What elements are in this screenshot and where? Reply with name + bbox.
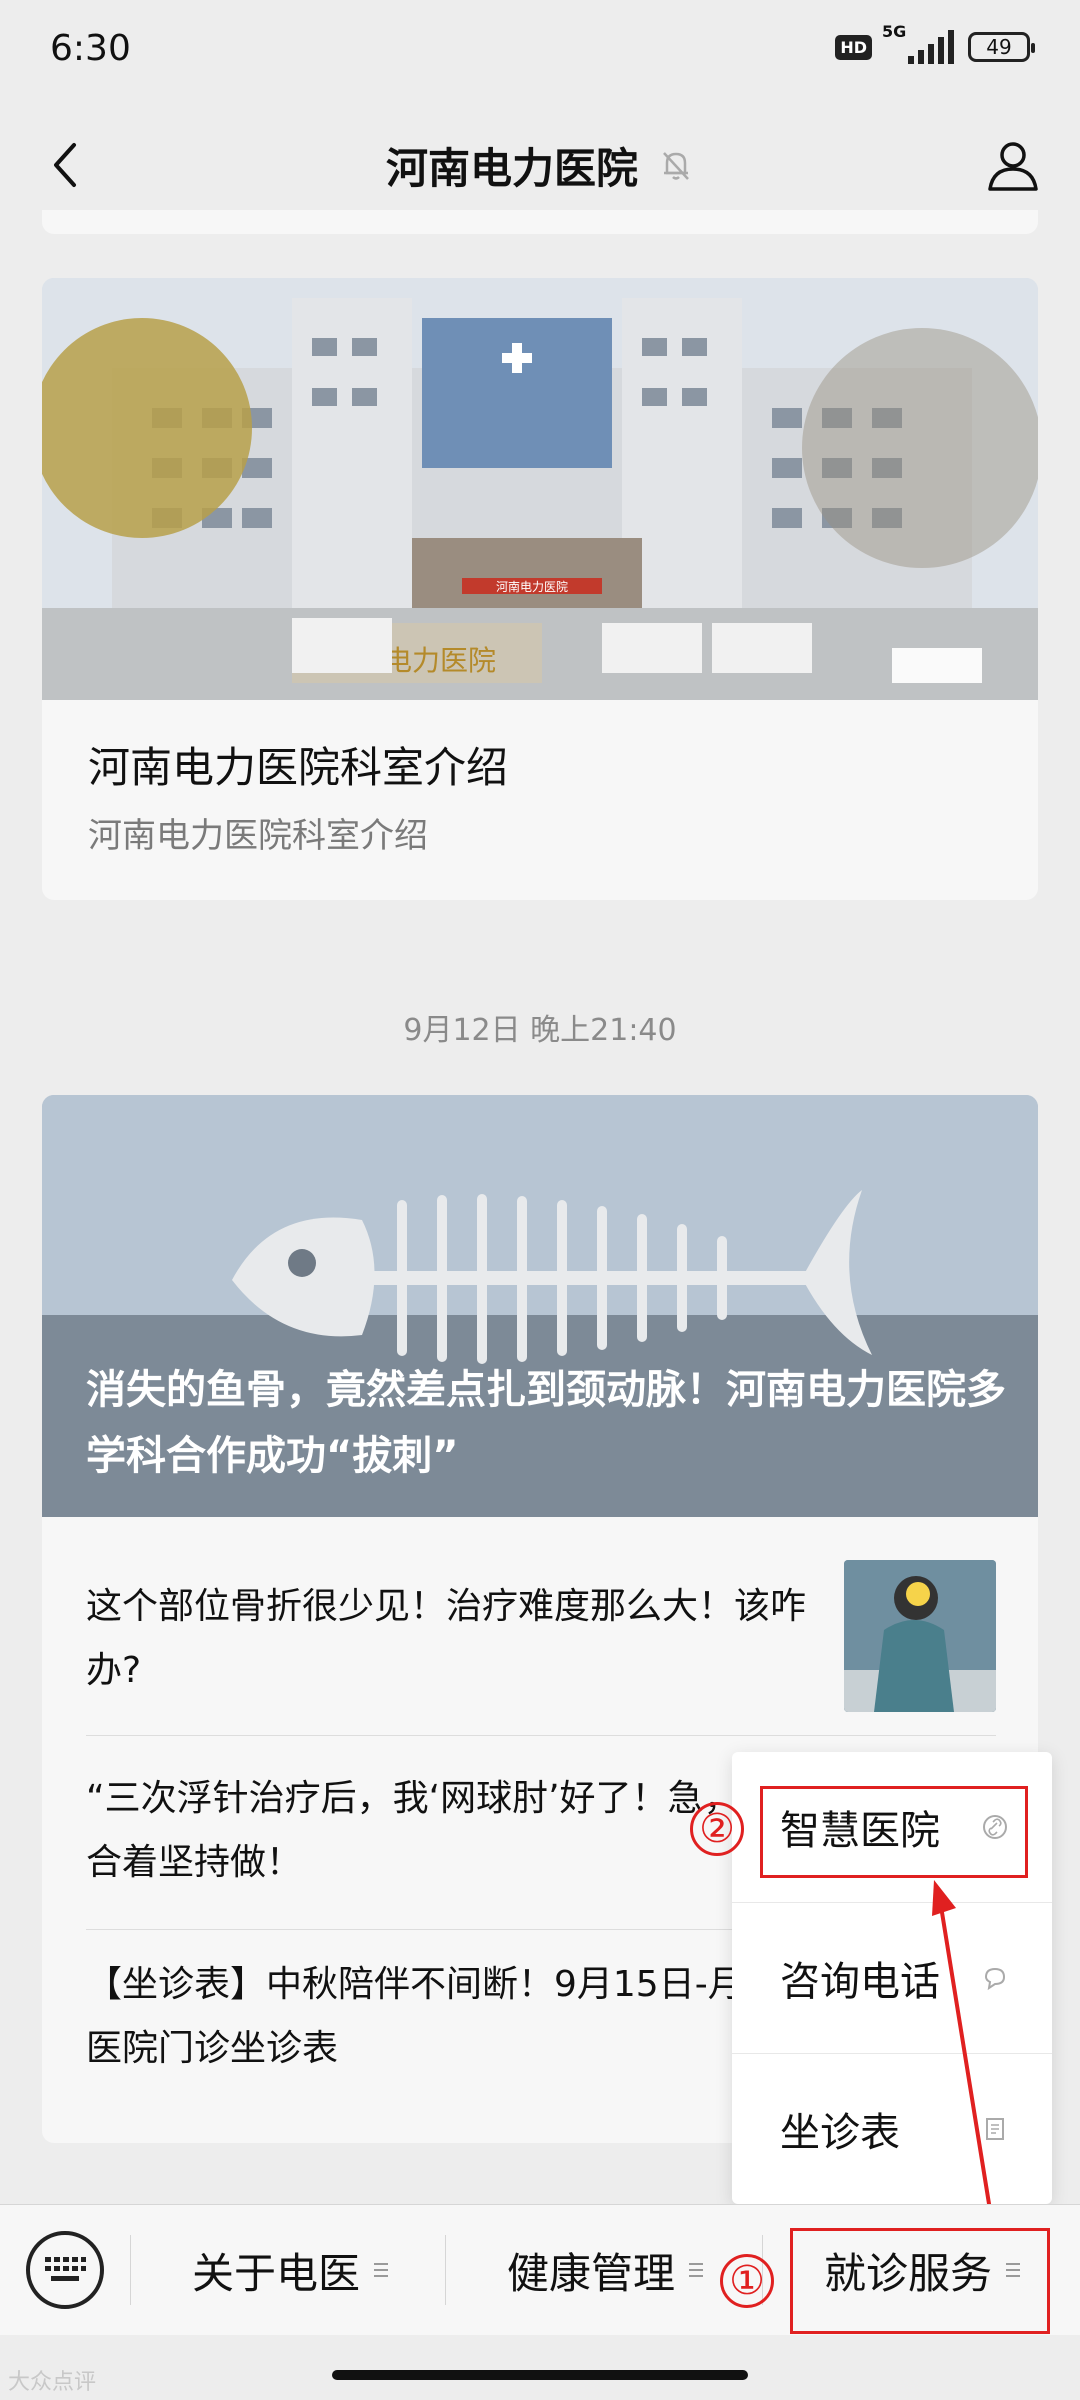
hd-icon: HD: [835, 34, 872, 60]
previous-card-edge: [42, 210, 1038, 234]
status-icons: HD 5G 49: [835, 22, 1035, 64]
annotation-box-step2: [760, 1786, 1028, 1878]
menu-item-consult-phone[interactable]: 咨询电话: [732, 1903, 1052, 2053]
menu-tab-about[interactable]: 关于电医: [140, 2205, 440, 2335]
page-title: 河南电力医院: [385, 143, 638, 193]
menu-tab-label: 健康管理: [506, 2248, 675, 2298]
article-card-departments[interactable]: 河南电力医院 河南电力医院 河南电力医院科室介绍 河南电力医院科室介绍: [42, 278, 1038, 900]
home-indicator[interactable]: [332, 2370, 748, 2380]
nav-bar: 河南电力医院: [0, 110, 1080, 220]
annotation-step1: ①: [720, 2254, 774, 2308]
annotation-arrow: [932, 1880, 992, 2211]
article-thumbnail: [844, 1560, 996, 1712]
headline-title: 消失的鱼骨，竟然差点扎到颈动脉！河南电力医院多学科合作成功“拔刺”: [86, 1367, 1006, 1479]
watermark: 大众点评: [8, 2370, 97, 2395]
network-type: 5G: [882, 22, 907, 41]
menu-item-label: 咨询电话: [780, 1959, 940, 2005]
keyboard-icon: [45, 2257, 86, 2281]
fishbone-cover-image[interactable]: 消失的鱼骨，竟然差点扎到颈动脉！河南电力医院多学科合作成功“拔刺”: [42, 1095, 1038, 1517]
submenu-lines-icon: [374, 2263, 388, 2277]
annotation-step2: ②: [690, 1802, 744, 1856]
menu-tab-label: 关于电医: [191, 2248, 360, 2298]
menu-item-label: 坐诊表: [780, 2110, 900, 2156]
menu-item-schedule[interactable]: 坐诊表: [732, 2054, 1052, 2204]
article-subtitle: 河南电力医院科室介绍: [88, 816, 428, 856]
divider: [86, 1735, 996, 1736]
menu-tab-health[interactable]: 健康管理: [455, 2205, 755, 2335]
submenu-lines-icon: [689, 2263, 703, 2277]
person-icon: [988, 142, 1038, 191]
hospital-building-image: 河南电力医院 河南电力医院: [42, 278, 1038, 700]
status-time: 6:30: [50, 28, 131, 69]
signal-icon: 5G: [882, 22, 954, 64]
annotation-box-step1: [790, 2228, 1050, 2334]
status-bar: 6:30 HD 5G 49: [0, 0, 1080, 110]
battery-icon: 49: [968, 32, 1035, 62]
article-item[interactable]: 这个部位骨折很少见！治疗难度那么大！该咋办?: [86, 1575, 826, 1703]
profile-button[interactable]: [976, 128, 1050, 202]
keyboard-toggle-button[interactable]: [26, 2231, 104, 2309]
battery-level: 49: [986, 35, 1012, 59]
article-title: 河南电力医院科室介绍: [88, 743, 509, 792]
message-timestamp: 9月12日 晚上21:40: [403, 1013, 677, 1048]
bell-muted-icon: [663, 152, 689, 180]
building-sign: 河南电力医院: [496, 579, 568, 594]
